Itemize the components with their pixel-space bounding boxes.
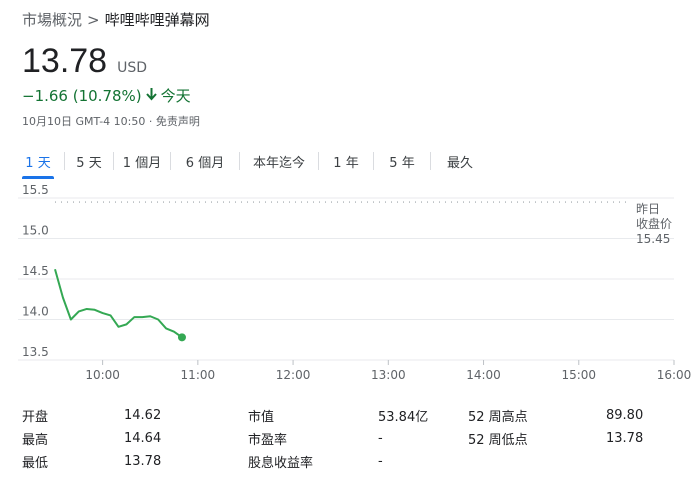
stat-open-label: 开盘 [22,410,49,425]
stat-52w-low-value: 13.78 [606,431,644,446]
y-tick-label: 13.5 [22,345,49,359]
stats-row: 开盘 14.62 市值 53.84亿 52 周高点 89.80 [22,404,672,427]
price-row: 13.78 USD [22,42,147,81]
tab-5y[interactable]: 5 年 [374,147,430,175]
stat-market-cap-label: 市值 [248,410,275,425]
stats-row: 最低 13.78 股息收益率 - [22,450,672,473]
stat-dividend-label: 股息收益率 [248,456,314,471]
stat-low-value: 13.78 [124,454,162,469]
breadcrumb-separator: > [87,11,100,29]
x-tick-label: 15:00 [561,368,596,382]
stat-high-label: 最高 [22,433,49,448]
stat-52w-low-label: 52 周低点 [468,433,528,448]
quote-timestamp[interactable]: 10月10日 GMT-4 10:50 · 免责声明 [22,113,200,129]
stat-low-label: 最低 [22,456,49,471]
price-change: −1.66 (10.78%) 今天 [22,85,191,106]
stats-row: 最高 14.64 市盈率 - 52 周低点 13.78 [22,427,672,450]
arrow-down-icon [145,87,157,105]
previous-close-value: 15.45 [636,232,670,246]
x-tick-label: 12:00 [276,368,311,382]
y-tick-label: 15.0 [22,224,49,238]
x-tick-label: 13:00 [371,368,406,382]
breadcrumb-root[interactable]: 市場概況 [22,11,82,29]
tab-1d[interactable]: 1 天 [22,147,54,179]
tab-1m[interactable]: 1 個月 [114,147,170,175]
tab-6m[interactable]: 6 個月 [171,147,239,175]
range-tabs: 1 天 5 天 1 個月 6 個月 本年迄今 1 年 5 年 最久 [22,147,489,179]
x-tick-label: 11:00 [181,368,216,382]
x-tick-label: 16:00 [657,368,692,382]
breadcrumb-current: 哔哩哔哩弹幕网 [104,11,210,29]
y-tick-label: 14.0 [22,305,49,319]
tab-max[interactable]: 最久 [431,147,489,175]
tab-ytd[interactable]: 本年迄今 [240,147,318,175]
last-price-point [177,333,186,342]
tab-1y[interactable]: 1 年 [319,147,373,175]
change-period: 今天 [160,87,191,105]
stat-52w-high-label: 52 周高点 [468,410,528,425]
y-tick-label: 15.5 [22,183,49,197]
stats-table: 开盘 14.62 市值 53.84亿 52 周高点 89.80 最高 14.64… [22,404,672,473]
current-price: 13.78 [22,42,108,80]
price-chart[interactable]: 15.5 15.0 14.5 14.0 13.5 昨日收盘价15.45 10:00 11:00… [0,180,694,398]
previous-close-label: 收盘价 [636,216,672,231]
x-tick-label: 10:00 [85,368,120,382]
breadcrumb: 市場概況 > 哔哩哔哩弹幕网 [22,9,210,30]
stat-market-cap-value: 53.84亿 [378,410,429,425]
previous-close-label: 昨日 [636,202,660,216]
y-tick-label: 14.5 [22,264,49,278]
stat-52w-high-value: 89.80 [606,408,644,423]
x-tick-label: 14:00 [466,368,501,382]
stat-pe-label: 市盈率 [248,433,288,448]
change-value: −1.66 (10.78%) [22,86,142,105]
tab-5d[interactable]: 5 天 [65,147,113,175]
stat-open-value: 14.62 [124,408,162,423]
stat-high-value: 14.64 [124,431,162,446]
currency: USD [117,60,148,76]
stat-dividend-value: - [378,454,383,469]
stat-pe-value: - [378,431,383,446]
